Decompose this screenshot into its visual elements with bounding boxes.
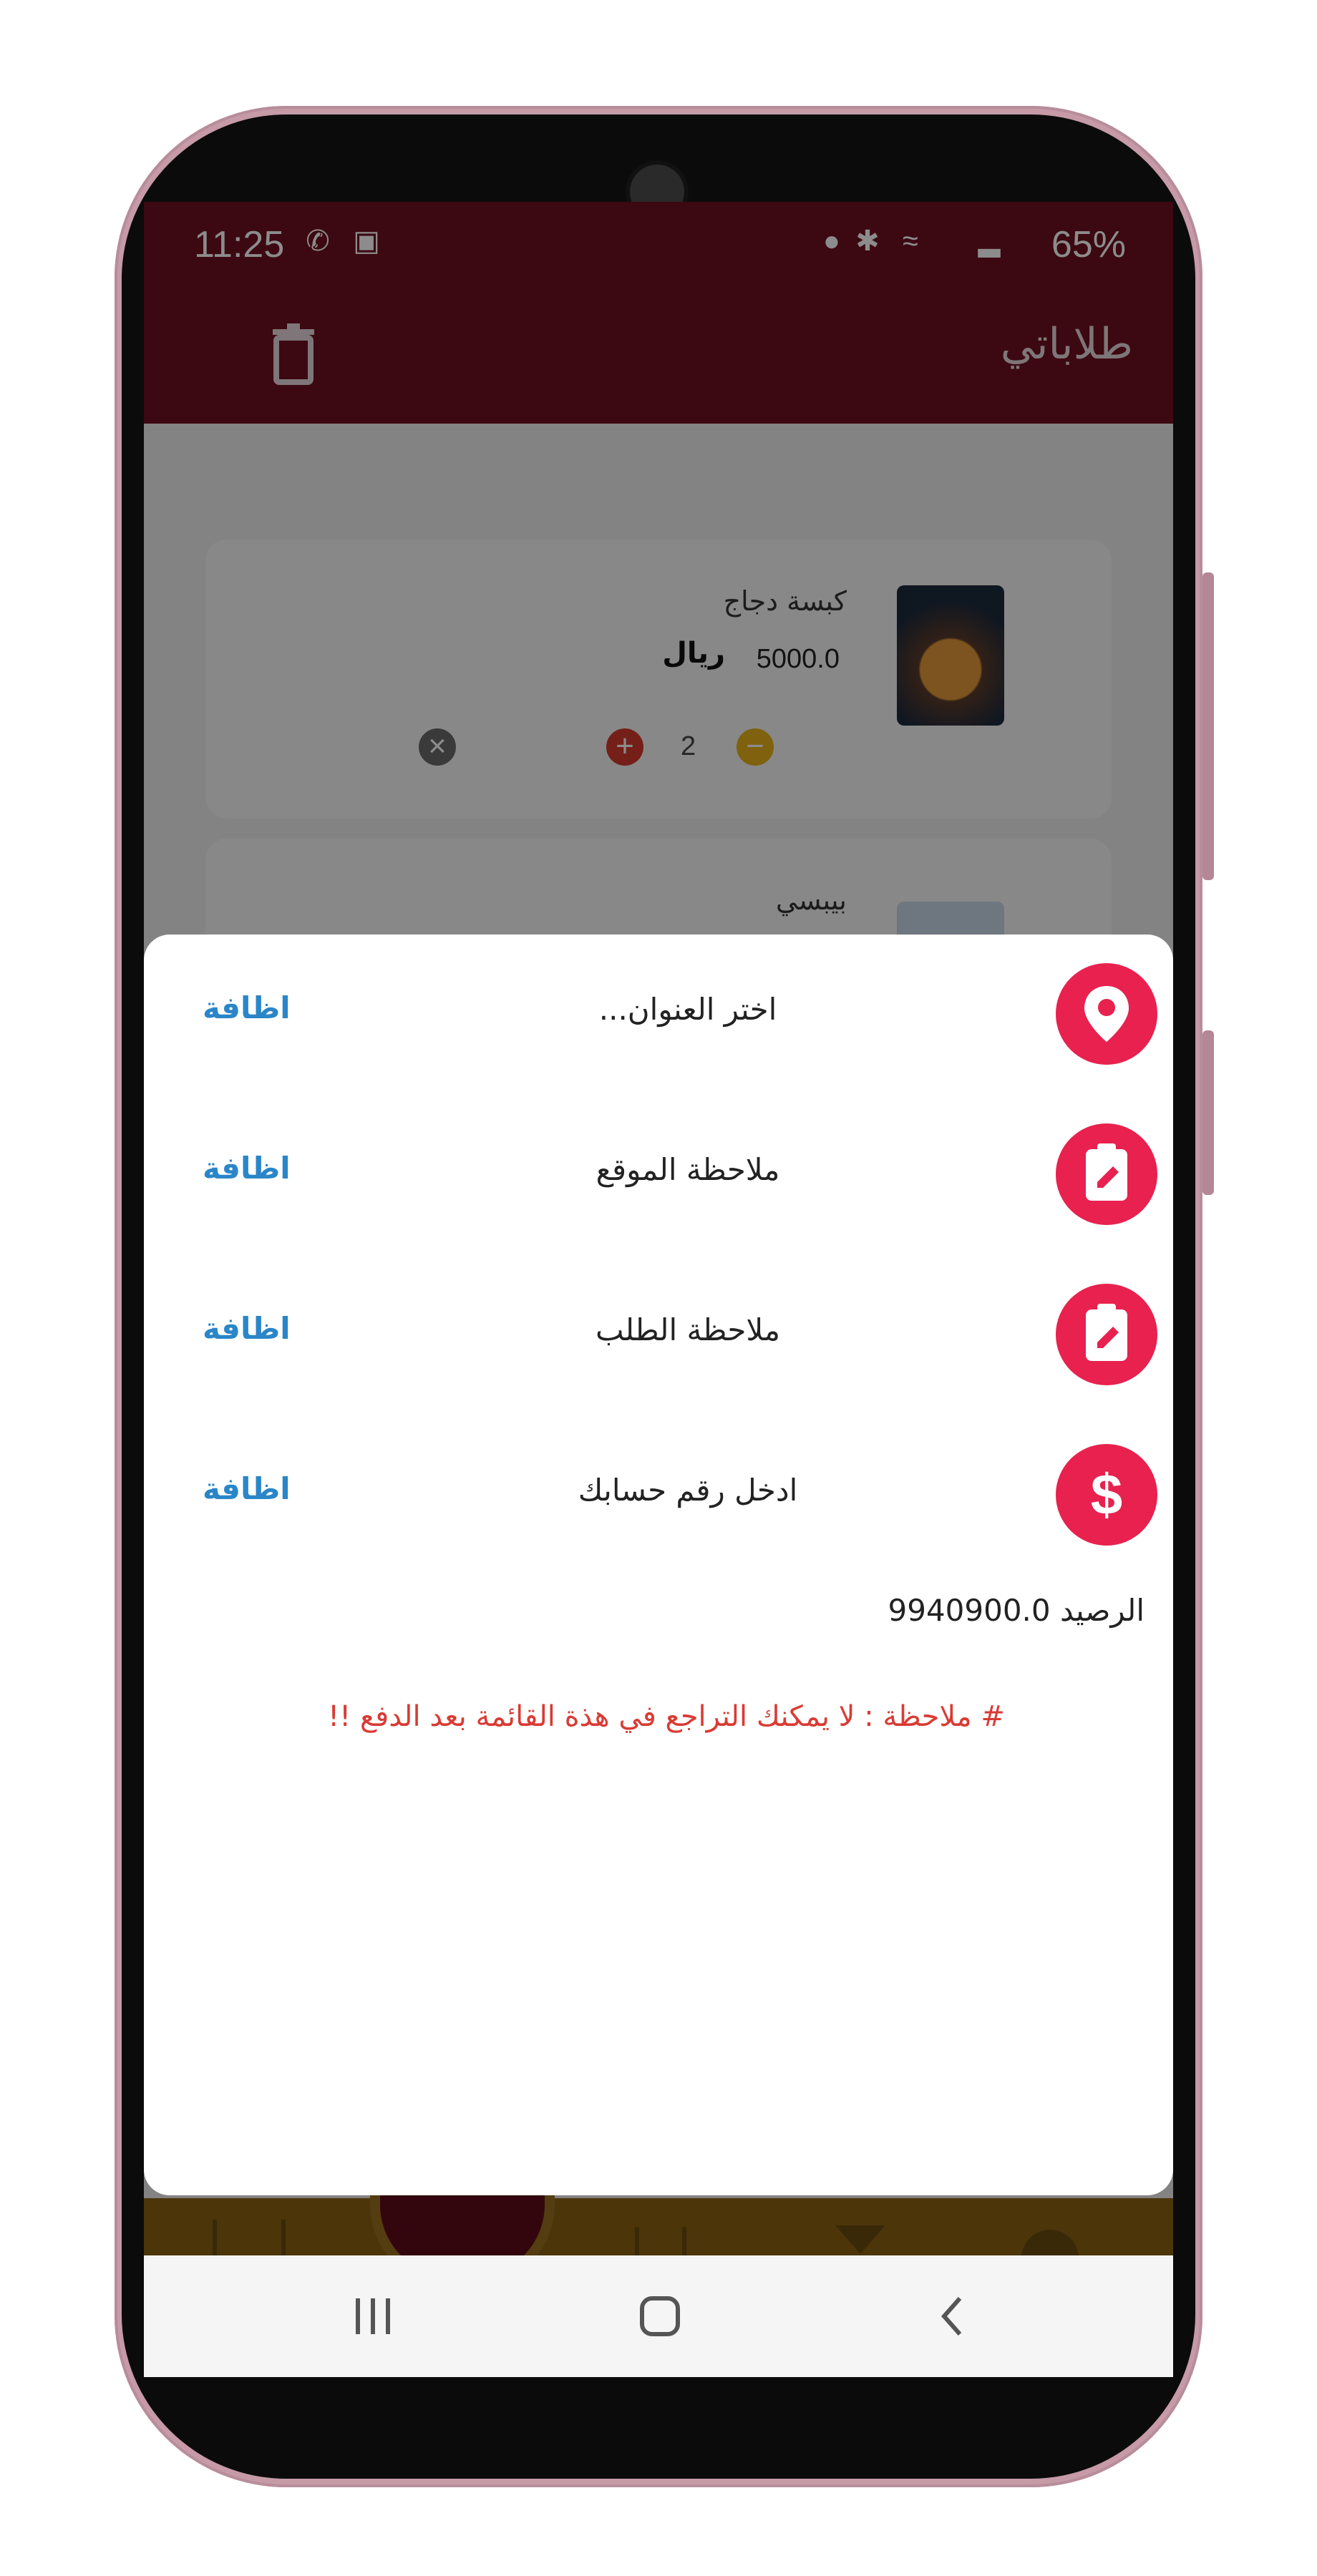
address-row[interactable]: اختر العنوان... اظافة bbox=[144, 963, 1173, 1070]
add-location-note-link[interactable]: اظافة bbox=[203, 1151, 291, 1186]
svg-text:$: $ bbox=[1091, 1463, 1123, 1526]
clipboard-edit-icon bbox=[1056, 1284, 1157, 1385]
order-note-row[interactable]: ملاحظة الطلب اظافة bbox=[144, 1284, 1173, 1391]
order-options-sheet: اختر العنوان... اظافة ملاحظة الموقع اظاف… bbox=[144, 935, 1173, 2195]
clipboard-edit-icon bbox=[1056, 1123, 1157, 1225]
warning-note: # ملاحظة : لا يمكنك التراجع في هذة القائ… bbox=[328, 1700, 1005, 1733]
system-navigation-bar bbox=[144, 2255, 1173, 2377]
balance-text: الرصيد 9940900.0 bbox=[888, 1593, 1145, 1628]
screen: 11:25 ✆ ▣ ● ✱ ≈ ▂ 65% طلاباتي كبسة دجاج … bbox=[144, 202, 1173, 2377]
location-pin-icon bbox=[1056, 963, 1157, 1065]
location-note-label: ملاحظة الموقع bbox=[596, 1152, 780, 1187]
add-address-link[interactable]: اظافة bbox=[203, 990, 291, 1025]
add-order-note-link[interactable]: اظافة bbox=[203, 1311, 291, 1346]
volume-button bbox=[1202, 572, 1214, 880]
recent-apps-icon[interactable] bbox=[351, 2291, 394, 2341]
power-button bbox=[1202, 1030, 1214, 1195]
add-account-number-link[interactable]: اظافة bbox=[203, 1471, 291, 1506]
address-label: اختر العنوان... bbox=[598, 992, 777, 1027]
home-icon[interactable] bbox=[635, 2291, 685, 2341]
order-note-label: ملاحظة الطلب bbox=[596, 1312, 780, 1347]
account-number-label: ادخل رقم حسابك bbox=[578, 1473, 798, 1508]
dollar-icon: $ bbox=[1056, 1444, 1157, 1546]
location-note-row[interactable]: ملاحظة الموقع اظافة bbox=[144, 1123, 1173, 1231]
account-number-row[interactable]: $ ادخل رقم حسابك اظافة bbox=[144, 1444, 1173, 1551]
back-icon[interactable] bbox=[931, 2291, 974, 2341]
